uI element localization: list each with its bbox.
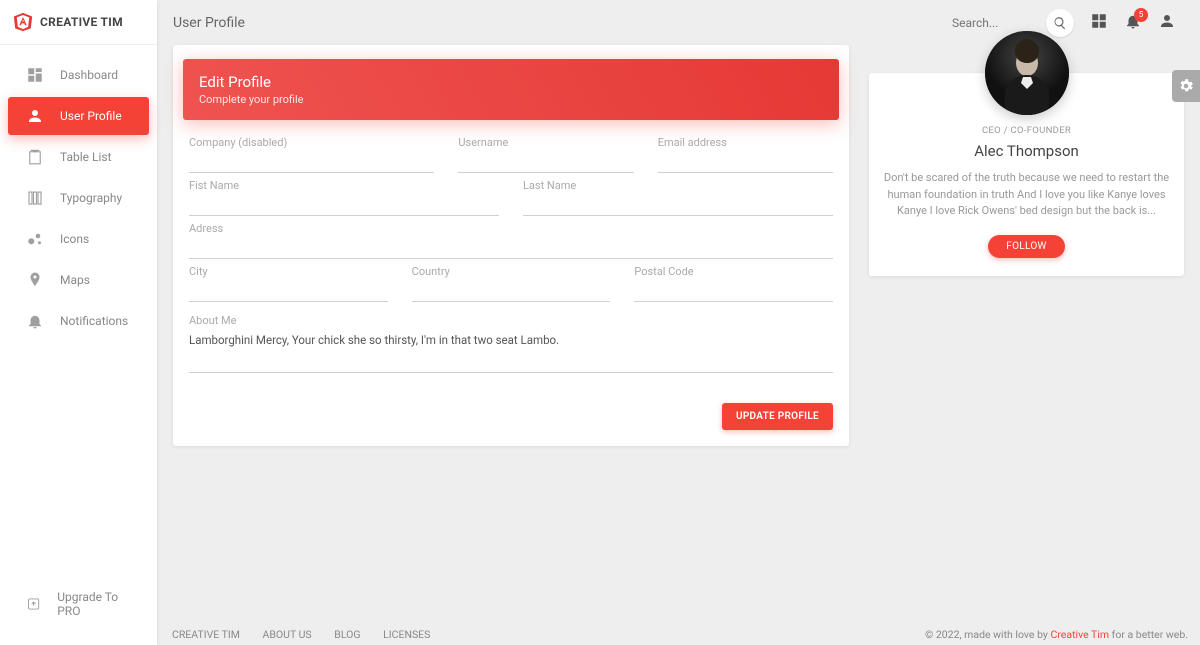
card-subtitle: Complete your profile <box>199 93 823 106</box>
company-label: Company (disabled) <box>189 136 287 149</box>
card-header: Edit Profile Complete your profile <box>183 59 839 120</box>
footer-brand-link[interactable]: Creative Tim <box>1051 628 1110 641</box>
username-label: Username <box>458 136 508 149</box>
unarchive-icon <box>26 595 41 613</box>
lastname-input[interactable] <box>523 194 833 216</box>
search-icon <box>1053 16 1067 30</box>
address-input[interactable] <box>189 237 833 259</box>
page-title: User Profile <box>173 15 245 31</box>
profile-bio: Don't be scared of the truth because we … <box>883 170 1170 220</box>
nav-label: User Profile <box>60 109 122 123</box>
notifications-button[interactable]: 5 <box>1124 12 1142 34</box>
card-title: Edit Profile <box>199 73 823 91</box>
main-panel: User Profile 5 Edit Profile Complete you… <box>157 0 1200 645</box>
brand[interactable]: CREATIVE TIM <box>0 0 157 45</box>
main-nav: Dashboard User Profile Table List Typogr… <box>0 45 157 351</box>
account-button[interactable] <box>1158 12 1176 34</box>
city-label: City <box>189 265 208 278</box>
about-textarea[interactable] <box>189 333 833 373</box>
clipboard-icon <box>26 148 44 166</box>
dashboard-grid-button[interactable] <box>1090 12 1108 34</box>
settings-button[interactable] <box>1172 70 1200 102</box>
person-icon <box>1158 12 1176 30</box>
city-input[interactable] <box>189 280 388 302</box>
nav-label: Icons <box>60 232 89 246</box>
location-icon <box>26 271 44 289</box>
sidebar-item-user-profile[interactable]: User Profile <box>8 97 149 135</box>
email-label: Email address <box>658 136 727 149</box>
card-body: Company (disabled) Username Email addres… <box>173 102 849 393</box>
sidebar-item-icons[interactable]: Icons <box>8 220 149 258</box>
footer-links: CREATIVE TIM ABOUT US BLOG LICENSES <box>172 628 450 641</box>
nav-label: Typography <box>60 191 122 205</box>
person-icon <box>26 107 44 125</box>
grid-icon <box>1090 12 1108 30</box>
bell-icon <box>26 312 44 330</box>
footer-link[interactable]: CREATIVE TIM <box>172 628 240 641</box>
sidebar-item-table-list[interactable]: Table List <box>8 138 149 176</box>
about-label: About Me <box>189 314 833 327</box>
card-actions: UPDATE PROFILE <box>173 393 849 446</box>
avatar[interactable] <box>985 31 1069 115</box>
dashboard-icon <box>26 66 44 84</box>
sidebar-item-typography[interactable]: Typography <box>8 179 149 217</box>
nav-label: Notifications <box>60 314 128 328</box>
country-label: Country <box>412 265 450 278</box>
avatar-image <box>985 31 1069 115</box>
upgrade-section: Upgrade To PRO <box>0 577 157 631</box>
country-input[interactable] <box>412 280 611 302</box>
lastname-label: Last Name <box>523 179 576 192</box>
search-button[interactable] <box>1046 9 1074 37</box>
bubble-icon <box>26 230 44 248</box>
sidebar-item-maps[interactable]: Maps <box>8 261 149 299</box>
update-profile-button[interactable]: UPDATE PROFILE <box>722 403 833 430</box>
gear-icon <box>1177 77 1195 95</box>
profile-card: CEO / CO-FOUNDER Alec Thompson Don't be … <box>869 73 1184 276</box>
footer-link[interactable]: LICENSES <box>383 628 430 641</box>
nav-label: Upgrade To PRO <box>57 590 131 618</box>
footer-link[interactable]: ABOUT US <box>263 628 312 641</box>
nav-label: Table List <box>60 150 112 164</box>
edit-profile-card: Edit Profile Complete your profile Compa… <box>173 45 849 446</box>
angular-logo-icon <box>12 10 34 34</box>
firstname-input[interactable] <box>189 194 499 216</box>
sidebar-item-notifications[interactable]: Notifications <box>8 302 149 340</box>
firstname-label: Fist Name <box>189 179 239 192</box>
profile-name: Alec Thompson <box>883 142 1170 160</box>
library-icon <box>26 189 44 207</box>
brand-name: CREATIVE TIM <box>40 15 123 29</box>
footer-copyright: © 2022, made with love by Creative Tim f… <box>925 628 1188 641</box>
follow-button[interactable]: FOLLOW <box>988 235 1064 258</box>
company-input[interactable] <box>189 151 434 173</box>
sidebar: CREATIVE TIM Dashboard User Profile Tabl… <box>0 0 157 645</box>
postal-label: Postal Code <box>634 265 693 278</box>
search-input[interactable] <box>946 12 1046 34</box>
notifications-badge: 5 <box>1134 8 1148 22</box>
search-wrapper <box>946 9 1074 37</box>
address-label: Adress <box>189 222 223 235</box>
profile-role: CEO / CO-FOUNDER <box>883 125 1170 136</box>
username-input[interactable] <box>458 151 633 173</box>
email-input[interactable] <box>658 151 833 173</box>
footer: CREATIVE TIM ABOUT US BLOG LICENSES © 20… <box>172 628 1188 641</box>
sidebar-item-upgrade[interactable]: Upgrade To PRO <box>8 580 149 628</box>
nav-label: Dashboard <box>60 68 118 82</box>
footer-link[interactable]: BLOG <box>334 628 360 641</box>
sidebar-item-dashboard[interactable]: Dashboard <box>8 56 149 94</box>
content: Edit Profile Complete your profile Compa… <box>173 45 1184 446</box>
postal-input[interactable] <box>634 280 833 302</box>
nav-label: Maps <box>60 273 90 287</box>
